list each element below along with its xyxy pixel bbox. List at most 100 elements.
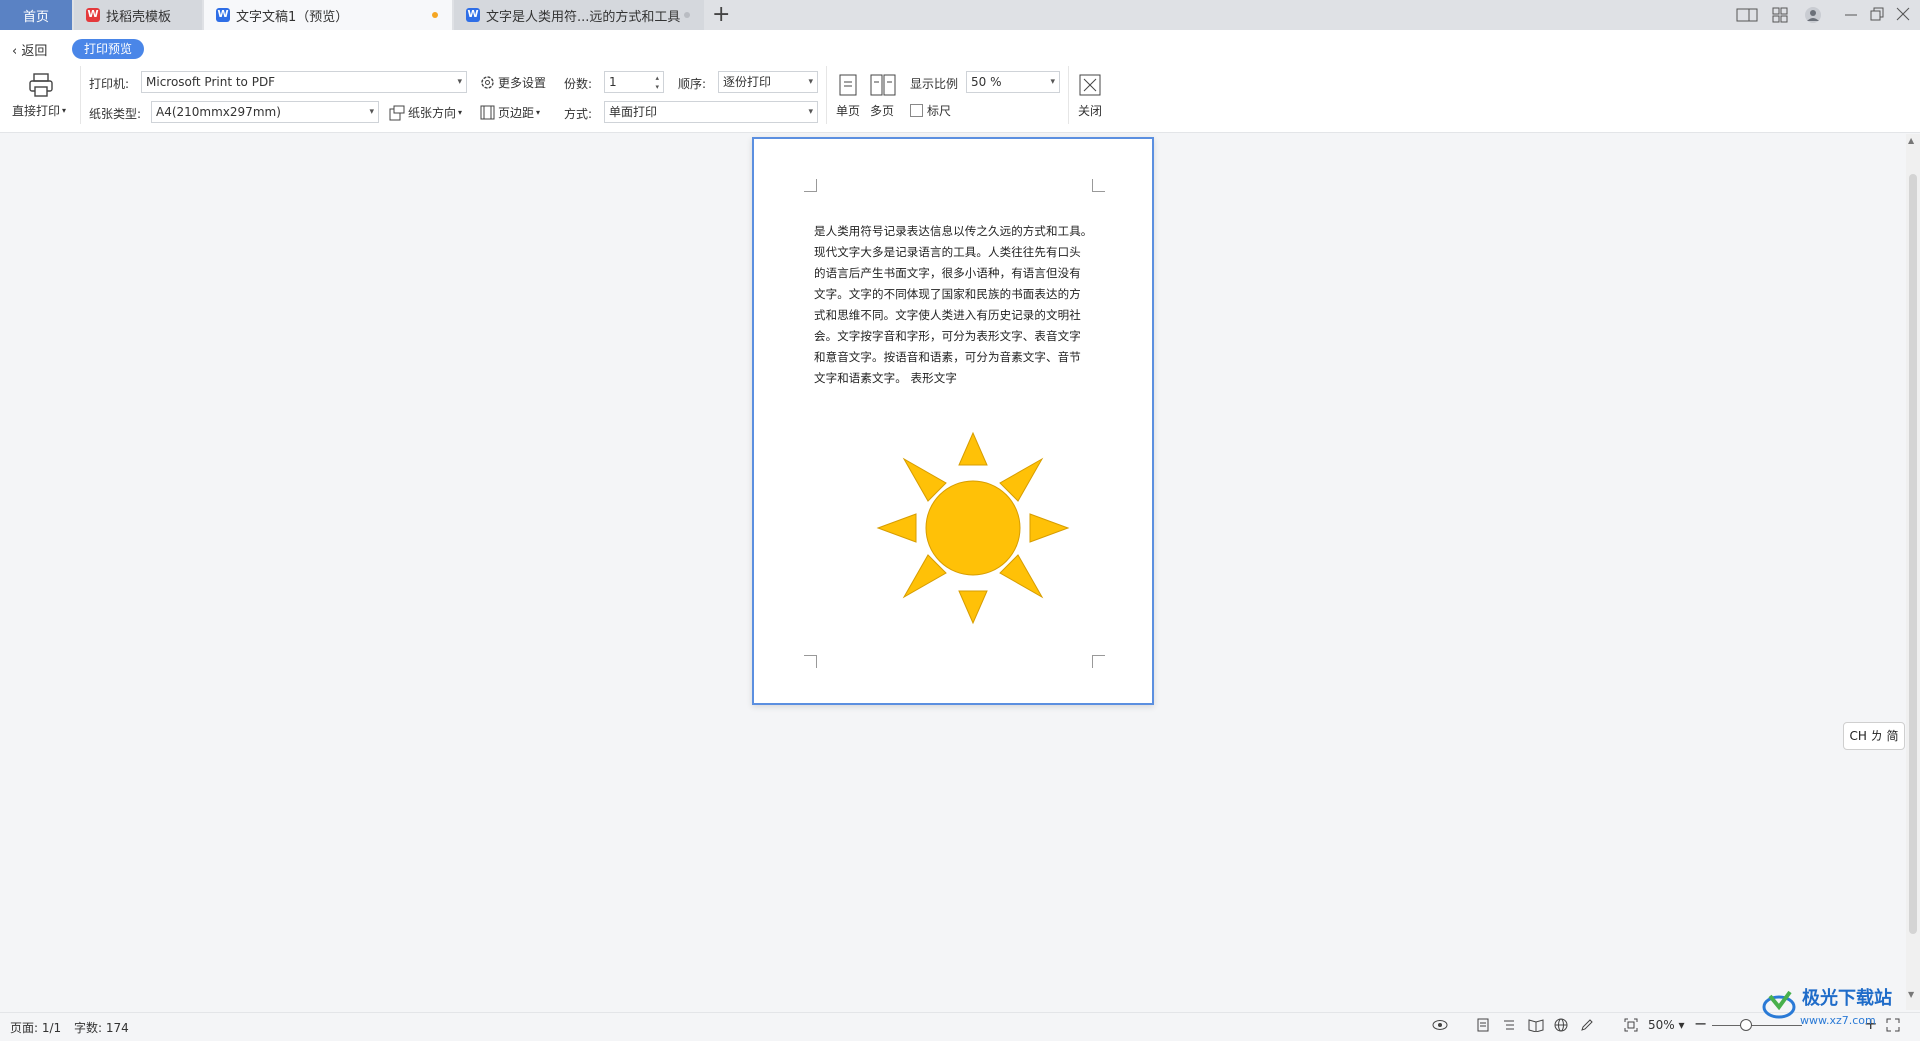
tab-home[interactable]: 首页 [0,0,72,30]
doc-line: 会。文字按字音和字形，可分为表形文字、表音文字 [814,329,1081,343]
status-zoom-select[interactable]: 50% ▾ [1648,1018,1685,1032]
eye-icon[interactable] [1432,1018,1448,1032]
margins-button[interactable]: 页边距 ▾ [480,104,540,121]
window-close-icon[interactable] [1896,7,1910,21]
tab-document-2[interactable]: W 文字是人类用符...远的方式和工具 [454,0,704,30]
scroll-up-icon[interactable]: ▲ [1908,136,1914,145]
minimize-icon[interactable] [1844,8,1858,22]
ruler-checkbox[interactable]: 标尺 [910,102,951,119]
back-button[interactable]: ‹ 返回 [12,40,47,59]
print-preview-badge: 打印预览 [72,39,145,59]
checkbox-box[interactable] [910,104,923,117]
copies-stepper[interactable]: 1 ▴ ▾ [604,71,664,93]
print-mode-select[interactable]: 单面打印 ▾ [604,101,818,123]
tab-home-label: 首页 [22,9,49,25]
status-zoom-value: 50% [1648,1018,1675,1032]
web-view-icon[interactable] [1554,1018,1568,1032]
dropdown-caret-icon: ▾ [536,108,541,117]
single-page-icon[interactable] [838,74,858,96]
watermark-logo [1762,990,1796,1019]
fit-page-icon[interactable] [1624,1018,1638,1032]
printer-value: Microsoft Print to PDF [146,75,276,89]
document-body: 是人类用符号记录表达信息以传之久远的方式和工具。 现代文字大多是记录语言的工具。… [814,221,1104,389]
tab-templates[interactable]: W 找稻壳模板 [74,0,202,30]
order-label: 顺序: [678,77,707,91]
doc-line: 是人类用符号记录表达信息以传之久远的方式和工具。 [814,224,1093,238]
sun-shape [876,431,1070,625]
copies-value: 1 [609,75,617,89]
writer-doc-icon: W [466,8,480,22]
scrollbar-thumb[interactable] [1909,174,1917,934]
paper-type-value: A4(210mmx297mm) [156,105,281,119]
reading-view-icon[interactable] [1528,1018,1544,1032]
chevron-down-icon: ▾ [808,107,813,117]
paper-type-label: 纸张类型: [89,107,142,121]
crop-mark [1092,179,1105,192]
new-tab-button[interactable]: + [712,2,730,27]
direct-print-button[interactable]: 直接打印 ▾ [12,102,66,119]
more-settings-label: 更多设置 [498,76,547,90]
gear-icon [481,76,494,89]
tab-document-preview[interactable]: W 文字文稿1（预览） [204,0,452,30]
close-preview-button[interactable]: 关闭 [1078,102,1102,119]
ruler-label: 标尺 [927,104,952,118]
zoom-slider-track[interactable] [1712,1025,1802,1026]
printer-select[interactable]: Microsoft Print to PDF ▾ [141,71,467,93]
zoom-slider-thumb[interactable] [1740,1019,1752,1031]
paper-orientation-button[interactable]: 纸张方向 ▾ [389,104,462,121]
toolbar-divider [826,66,827,124]
close-preview-icon[interactable] [1079,74,1101,96]
unsaved-dot-icon [432,12,438,18]
apps-grid-icon[interactable] [1772,7,1788,23]
writer-doc-icon: W [216,8,230,22]
doc-line: 现代文字大多是记录语言的工具。人类往往先有口头 [814,245,1081,259]
chevron-down-icon: ▾ [1050,77,1055,87]
print-mode-value: 单面打印 [609,105,658,119]
fullscreen-icon[interactable] [1886,1018,1900,1032]
chevron-left-icon: ‹ [12,44,18,59]
dropdown-caret-icon: ▾ [62,106,67,115]
crop-mark [1092,655,1105,668]
docer-logo-icon: W [86,8,100,22]
workspace-icon[interactable] [1736,7,1758,23]
pen-icon[interactable] [1580,1018,1594,1032]
preview-page: 是人类用符号记录表达信息以传之久远的方式和工具。 现代文字大多是记录语言的工具。… [752,137,1154,705]
doc-line: 式和思维不同。文字使人类进入有历史记录的文明社 [814,308,1081,322]
margins-label: 页边距 [498,106,535,120]
single-page-button[interactable]: 单页 [836,102,860,119]
zoom-out-button[interactable]: − [1694,1014,1707,1033]
chevron-down-icon: ▾ [457,77,462,87]
ime-indicator[interactable]: CH ㄌ 简 [1843,722,1905,750]
mode-label: 方式: [564,107,593,121]
tab-doc1-label: 文字文稿1（预览） [236,9,349,25]
orientation-icon [389,105,405,120]
back-label: 返回 [21,44,48,59]
stepper-arrows-icon[interactable]: ▴ ▾ [655,74,659,92]
watermark-brand: 极光下载站 [1802,988,1892,1009]
page-count: 页面: 1/1 [10,1021,62,1035]
toolbar-divider [80,66,81,124]
margins-icon [480,105,495,120]
order-select[interactable]: 逐份打印 ▾ [718,71,818,93]
tab-close-dot-icon[interactable] [684,12,690,18]
outline-view-icon[interactable] [1502,1018,1516,1032]
tab-bar: 首页 W 找稻壳模板 W 文字文稿1（预览） W 文字是人类用符...远的方式和… [0,0,1920,30]
scroll-down-icon[interactable]: ▼ [1908,990,1914,999]
tab-doc2-label: 文字是人类用符...远的方式和工具 [486,9,681,25]
chevron-down-icon: ▾ [369,107,374,117]
word-count[interactable]: 字数: 174 [74,1019,129,1036]
doc-line: 和意音文字。按语音和语素，可分为音素文字、音节 [814,350,1081,364]
crop-mark [804,655,817,668]
multi-page-button[interactable]: 多页 [870,102,894,119]
printer-icon[interactable] [28,72,54,98]
more-settings-button[interactable]: 更多设置 [480,74,546,91]
dropdown-caret-icon: ▾ [458,108,463,117]
page-view-icon[interactable] [1476,1018,1490,1032]
watermark-url: www.xz7.com [1800,1014,1876,1027]
doc-line: 文字和语素文字。 表形文字 [814,371,957,385]
paper-type-select[interactable]: A4(210mmx297mm) ▾ [151,101,379,123]
restore-icon[interactable] [1870,7,1884,21]
avatar[interactable] [1804,6,1822,24]
zoom-select[interactable]: 50 % ▾ [966,71,1060,93]
multi-page-icon[interactable] [870,74,896,96]
